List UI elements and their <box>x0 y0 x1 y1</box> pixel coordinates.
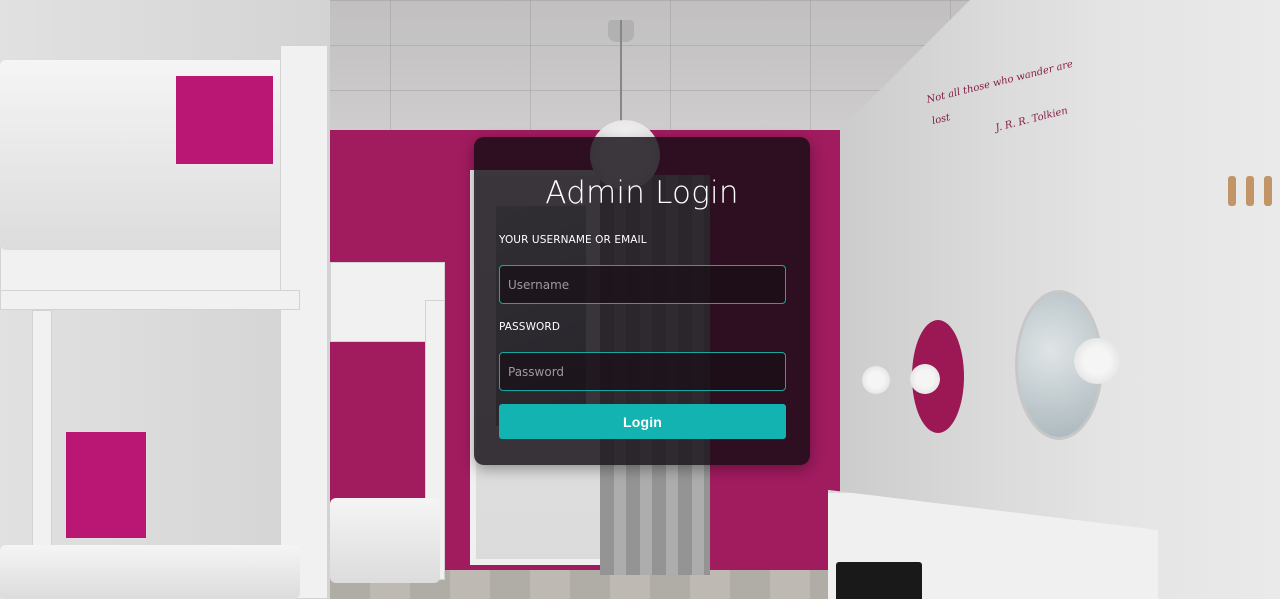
username-label: YOUR USERNAME OR EMAIL <box>499 234 647 246</box>
password-input[interactable] <box>499 352 786 391</box>
password-label: PASSWORD <box>499 321 561 333</box>
page-title: Admin Login <box>545 175 739 211</box>
login-card: Admin Login YOUR USERNAME OR EMAIL PASSW… <box>474 137 810 465</box>
username-input[interactable] <box>499 265 786 304</box>
login-button[interactable]: Login <box>499 404 786 439</box>
